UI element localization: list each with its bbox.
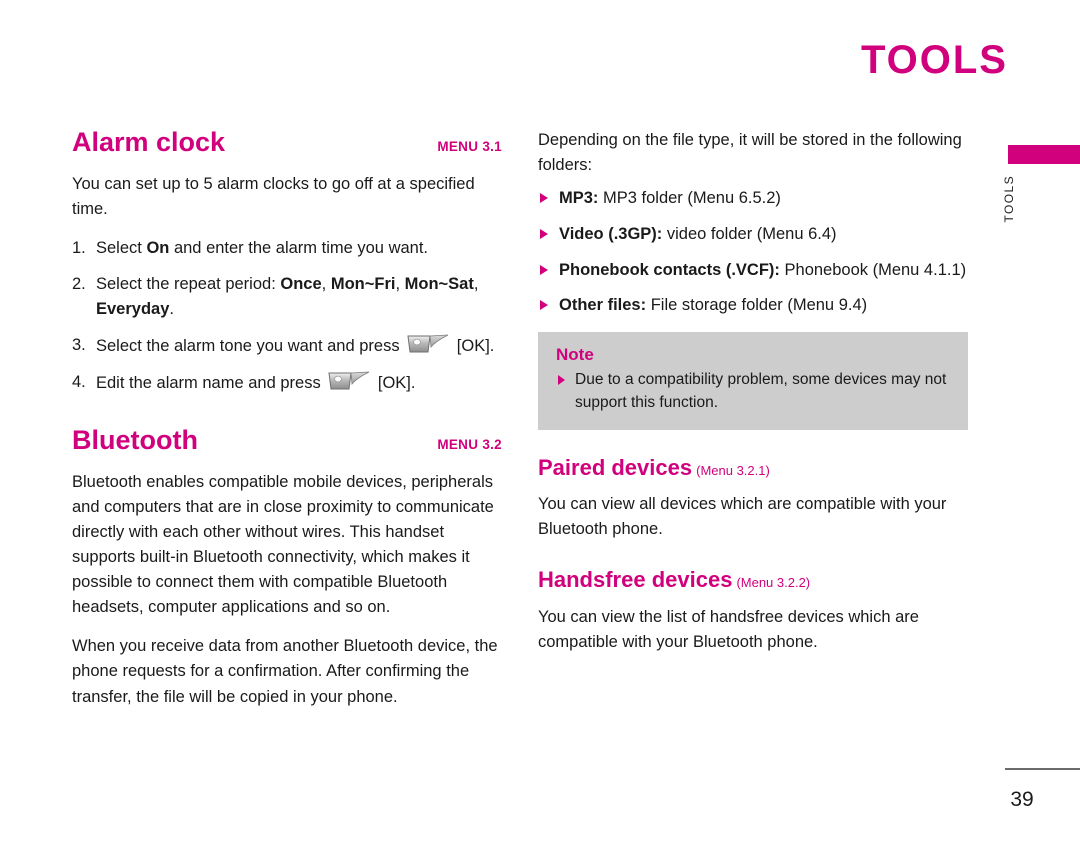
alarm-clock-heading: Alarm clock MENU 3.1 bbox=[72, 127, 502, 158]
folder-item-text: Phonebook (Menu 4.1.1) bbox=[779, 260, 967, 279]
soft-key-icon bbox=[406, 333, 450, 357]
folder-item-label: Video (.3GP): bbox=[559, 224, 663, 243]
handsfree-devices-title: Handsfree devices bbox=[538, 567, 733, 593]
step-sep: , bbox=[473, 274, 479, 293]
triangle-bullet-icon bbox=[540, 228, 548, 239]
bluetooth-title: Bluetooth bbox=[72, 425, 198, 456]
bluetooth-paragraph-2: When you receive data from another Bluet… bbox=[72, 637, 498, 706]
folder-list: MP3: MP3 folder (Menu 6.5.2) Video (.3GP… bbox=[538, 186, 968, 318]
step-text-post: and enter the alarm time you want. bbox=[169, 238, 429, 257]
step-number: 1. bbox=[72, 238, 86, 257]
step-bold-everyday: Everyday bbox=[96, 300, 170, 318]
step-bold-once: Once bbox=[280, 274, 322, 293]
bluetooth-heading: Bluetooth MENU 3.2 bbox=[72, 426, 502, 456]
alarm-clock-title: Alarm clock bbox=[72, 127, 226, 157]
left-column: Alarm clock MENU 3.1 You can set up to 5… bbox=[72, 127, 502, 724]
list-item: Due to a compatibility problem, some dev… bbox=[556, 369, 950, 414]
step-bold-monfri: Mon~Fri bbox=[330, 274, 396, 293]
step-text-pre: Select the repeat period: bbox=[96, 274, 281, 293]
note-title: Note bbox=[556, 345, 594, 365]
paired-devices-menu-ref: (Menu 3.2.1) bbox=[696, 463, 770, 479]
handsfree-devices-heading: Handsfree devices (Menu 3.2.2) bbox=[538, 568, 968, 592]
file-storage-intro: Depending on the file type, it will be s… bbox=[538, 131, 962, 175]
note-box: Note Due to a compatibility problem, som… bbox=[538, 332, 968, 431]
page-number: 39 bbox=[1010, 788, 1034, 811]
paired-devices-body: You can view all devices which are compa… bbox=[538, 495, 947, 539]
note-list: Due to a compatibility problem, some dev… bbox=[556, 369, 950, 414]
alarm-clock-menu-ref: MENU 3.1 bbox=[437, 139, 502, 154]
folder-item-text: video folder (Menu 6.4) bbox=[662, 224, 837, 243]
alarm-clock-intro: You can set up to 5 alarm clocks to go o… bbox=[72, 174, 475, 218]
list-item: MP3: MP3 folder (Menu 6.5.2) bbox=[538, 186, 968, 211]
step-text-pre: Select bbox=[96, 238, 147, 257]
step-item: 4. Edit the alarm name and press [OK]. bbox=[72, 370, 502, 396]
page-title: TOOLS bbox=[860, 38, 1008, 82]
step-bold-on: On bbox=[146, 238, 170, 257]
triangle-bullet-icon bbox=[540, 193, 548, 204]
thumb-tab-label: TOOLS bbox=[1002, 175, 1016, 223]
list-item: Other files: File storage folder (Menu 9… bbox=[538, 293, 968, 318]
step-text-post: [OK]. bbox=[373, 374, 416, 393]
paired-devices-heading: Paired devices (Menu 3.2.1) bbox=[538, 455, 968, 481]
soft-key-icon bbox=[327, 370, 371, 394]
step-text-pre: Select the alarm tone you want and press bbox=[96, 337, 405, 356]
step-sep: , bbox=[321, 274, 331, 293]
bluetooth-menu-ref: MENU 3.2 bbox=[437, 437, 502, 453]
handsfree-devices-body: You can view the list of handsfree devic… bbox=[538, 607, 919, 651]
list-item: Video (.3GP): video folder (Menu 6.4) bbox=[538, 222, 968, 247]
step-item: 2. Select the repeat period: Once, Mon~Fr… bbox=[72, 272, 502, 322]
footer-divider bbox=[1005, 768, 1080, 770]
triangle-bullet-icon bbox=[558, 375, 565, 386]
note-item-text: Due to a compatibility problem, some dev… bbox=[575, 371, 947, 411]
bluetooth-paragraph-1: Bluetooth enables compatible mobile devi… bbox=[72, 472, 494, 617]
handsfree-devices-menu-ref: (Menu 3.2.2) bbox=[736, 575, 811, 591]
step-number: 2. bbox=[72, 274, 86, 293]
folder-item-label: Other files: bbox=[559, 296, 647, 315]
list-item: Phonebook contacts (.VCF): Phonebook (Me… bbox=[538, 258, 968, 283]
step-number: 4. bbox=[72, 373, 86, 392]
step-text-post: . bbox=[169, 300, 174, 318]
triangle-bullet-icon bbox=[540, 300, 548, 311]
folder-item-text: File storage folder (Menu 9.4) bbox=[646, 296, 868, 315]
folder-item-label: MP3: bbox=[559, 189, 599, 208]
folder-item-label: Phonebook contacts (.VCF): bbox=[559, 260, 780, 279]
step-number: 3. bbox=[72, 336, 86, 355]
step-text-pre: Edit the alarm name and press bbox=[96, 374, 326, 393]
step-bold-monsat: Mon~Sat bbox=[404, 274, 474, 293]
step-sep: , bbox=[395, 274, 405, 293]
thumb-tab-bar bbox=[1008, 145, 1080, 164]
step-text-post: [OK]. bbox=[452, 337, 495, 356]
paired-devices-title: Paired devices bbox=[538, 455, 693, 481]
step-item: 1. Select On and enter the alarm time you… bbox=[72, 236, 502, 261]
triangle-bullet-icon bbox=[540, 264, 548, 275]
folder-item-text: MP3 folder (Menu 6.5.2) bbox=[598, 189, 781, 208]
step-item: 3. Select the alarm tone you want and pre… bbox=[72, 333, 502, 359]
alarm-clock-steps: 1. Select On and enter the alarm time you… bbox=[72, 236, 502, 396]
right-column: Depending on the file type, it will be s… bbox=[538, 128, 968, 669]
